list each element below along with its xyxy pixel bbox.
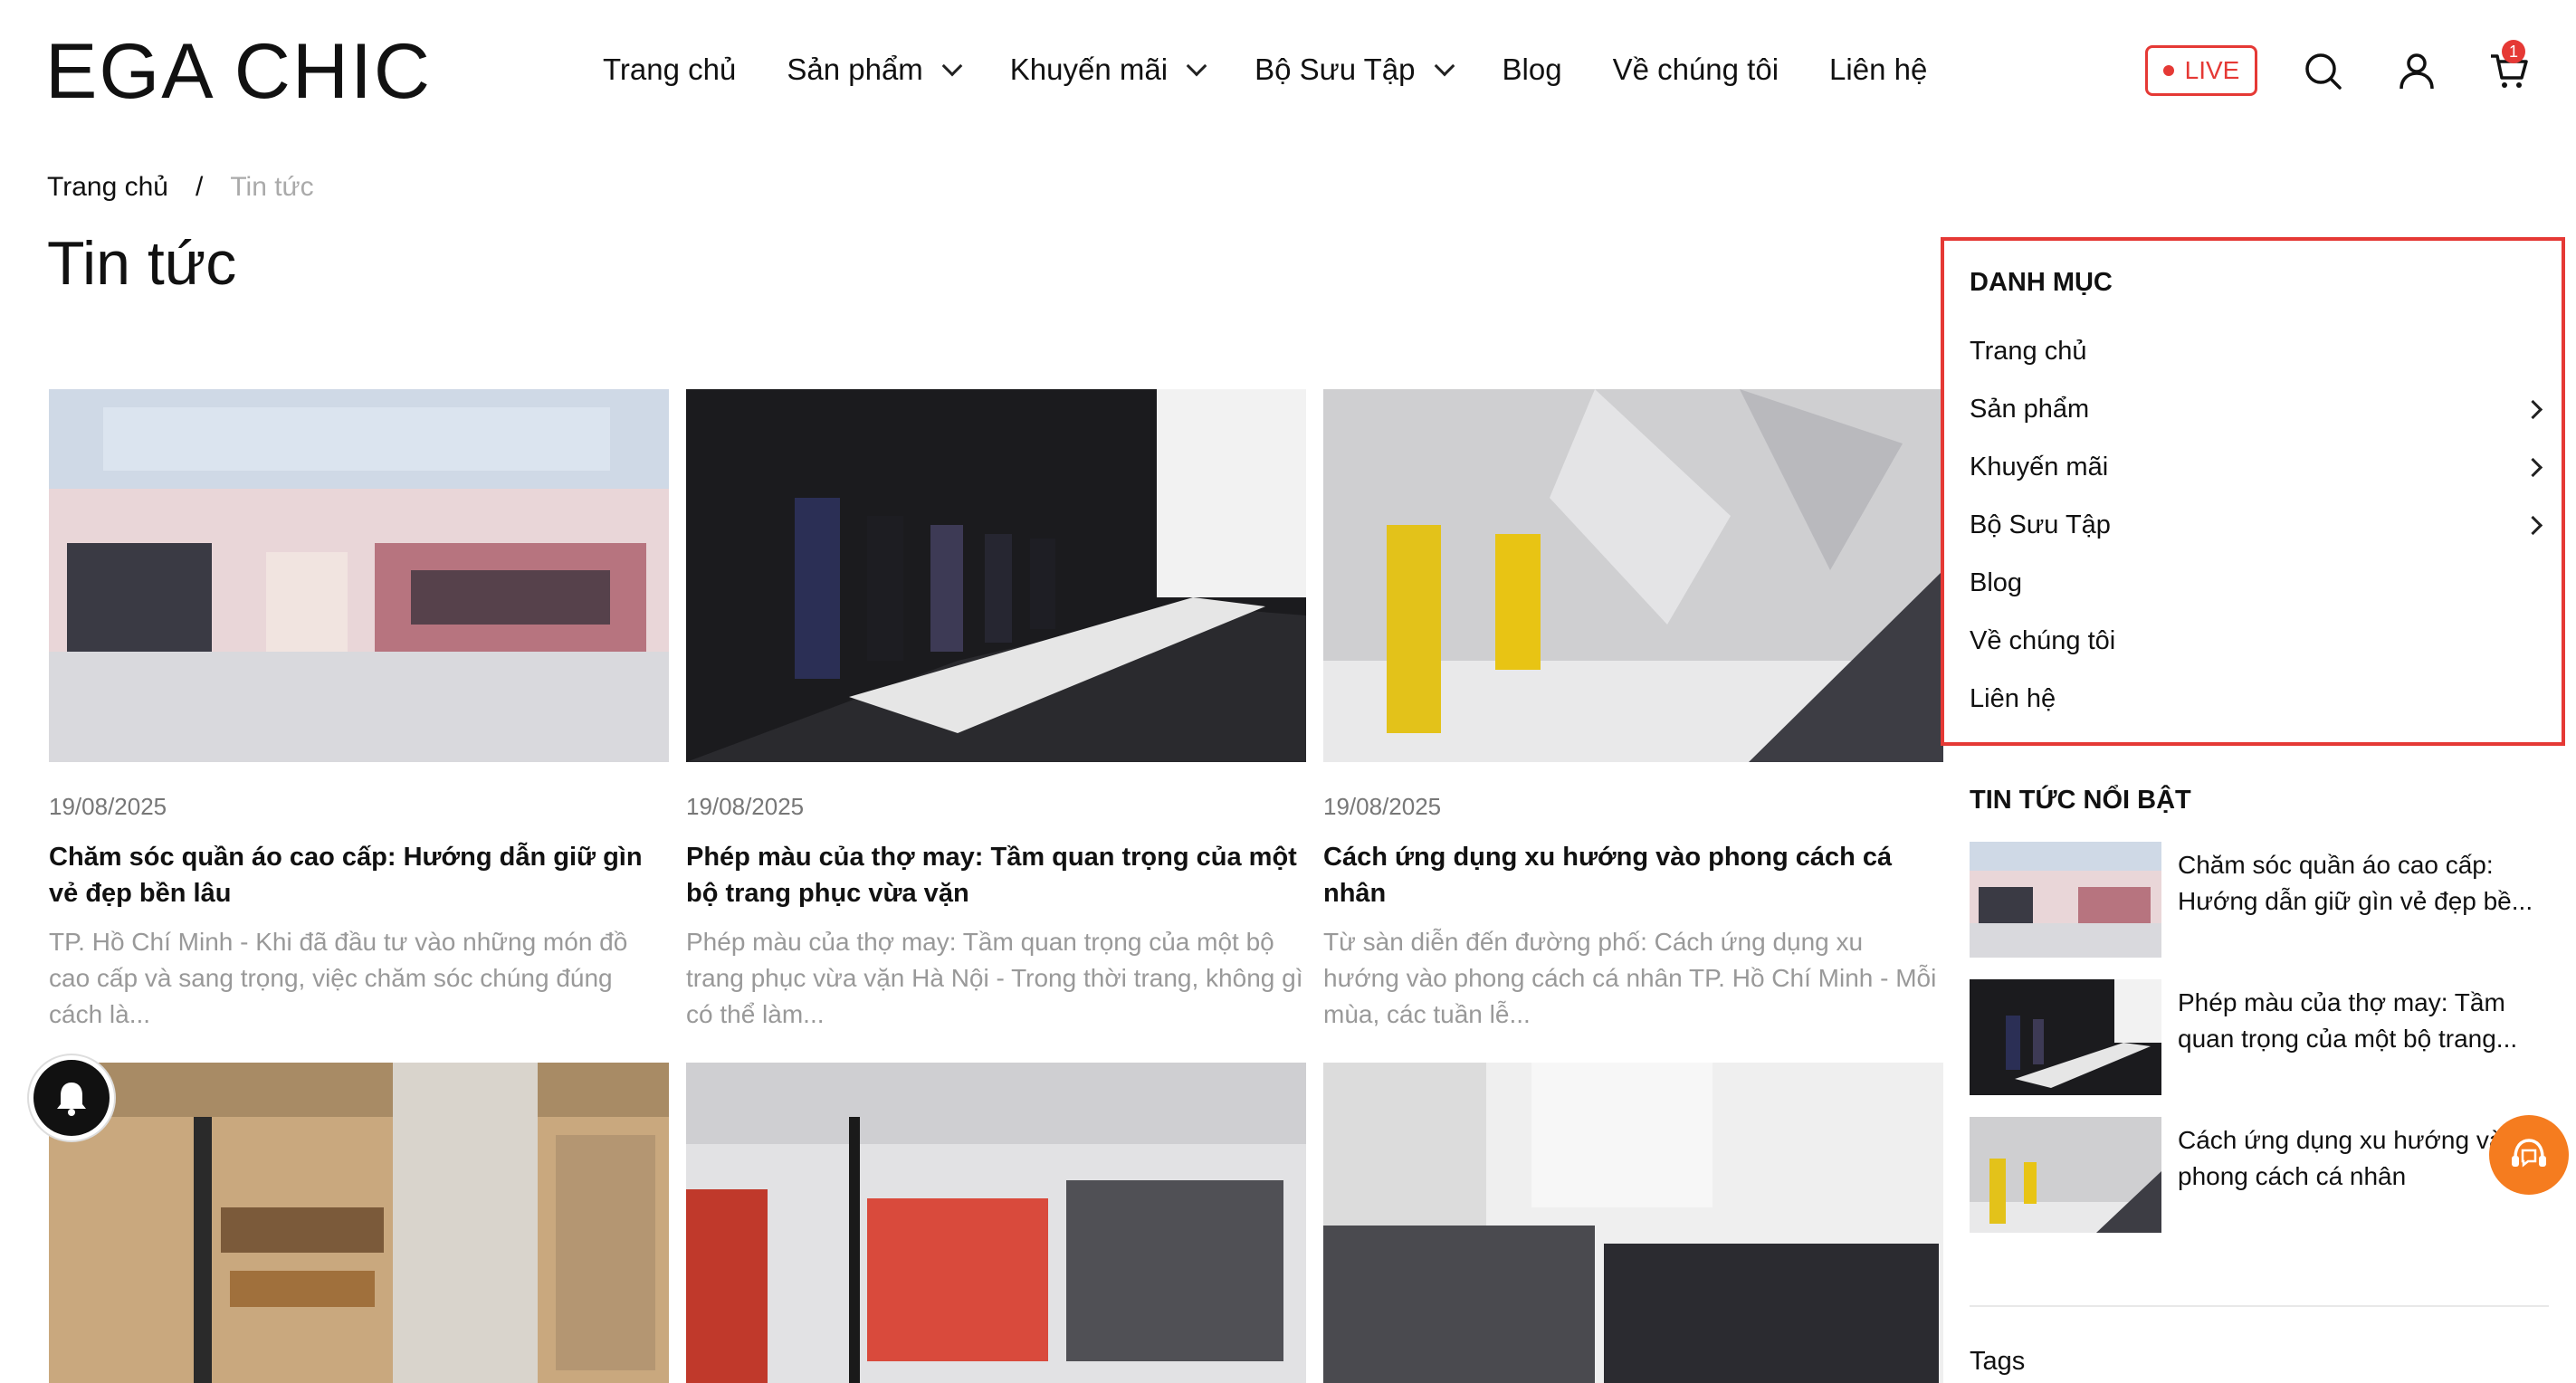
- nav-label: Sản phẩm: [787, 52, 923, 86]
- nav-item-blog[interactable]: Blog: [1503, 52, 1562, 87]
- article-image-rack[interactable]: [1323, 1063, 1943, 1383]
- category-label: Về chúng tôi: [1970, 625, 2116, 655]
- breadcrumb: Trang chủ / Tin tức: [47, 172, 314, 203]
- bell-icon: [57, 1083, 86, 1116]
- featured-thumb[interactable]: [1970, 842, 2161, 958]
- category-item-san-pham[interactable]: Sản phẩm: [1970, 380, 2549, 438]
- nav-item-khuyen-mai[interactable]: Khuyến mãi: [1009, 52, 1207, 87]
- category-item-bo-suu-tap[interactable]: Bộ Sưu Tập: [1970, 496, 2549, 554]
- category-item-trang-chu[interactable]: Trang chủ: [1970, 322, 2549, 380]
- nav-label: Blog: [1502, 52, 1562, 86]
- category-item-blog[interactable]: Blog: [1970, 554, 2549, 612]
- article-image-fashion-show[interactable]: [1323, 389, 1943, 762]
- category-heading: DANH MỤC: [1970, 268, 2113, 297]
- sidebar-divider: [1970, 1305, 2549, 1307]
- article-card[interactable]: [1323, 1063, 1943, 1383]
- article-excerpt: TP. Hồ Chí Minh - Khi đã đầu tư vào nhữn…: [49, 928, 628, 1028]
- nav-item-lien-he[interactable]: Liên hệ: [1829, 52, 1927, 87]
- chevron-right-icon[interactable]: [2523, 399, 2543, 419]
- site-logo[interactable]: EGA CHIC: [45, 31, 432, 112]
- nav-item-trang-chu[interactable]: Trang chủ: [603, 52, 736, 87]
- article-date: 19/08/2025: [686, 793, 805, 820]
- breadcrumb-home[interactable]: Trang chủ: [47, 172, 168, 203]
- main-nav: Trang chủ Sản phẩm Khuyến mãi Bộ Sưu Tập…: [603, 52, 1927, 87]
- article-image-boutique[interactable]: [49, 1063, 669, 1383]
- category-item-lien-he[interactable]: Liên hệ: [1970, 670, 2549, 728]
- article-excerpt: Phép màu của thợ may: Tầm quan trọng của…: [686, 928, 1303, 1028]
- breadcrumb-separator: /: [195, 172, 204, 202]
- nav-label: Liên hệ: [1829, 52, 1928, 86]
- chevron-down-icon: [941, 55, 963, 77]
- category-label: Khuyến mãi: [1970, 452, 2109, 482]
- category-label: Trang chủ: [1970, 336, 2087, 366]
- live-dot-icon: [2162, 65, 2174, 76]
- featured-item[interactable]: Chăm sóc quần áo cao cấp: Hướng dẫn giữ …: [1970, 842, 2549, 958]
- category-label: Blog: [1970, 568, 2023, 597]
- article-title[interactable]: Cách ứng dụng xu hướng vào phong cách cá…: [1323, 839, 1943, 911]
- chevron-down-icon: [1434, 55, 1455, 77]
- featured-item[interactable]: Phép màu của thợ may: Tầm quan trọng của…: [1970, 979, 2549, 1095]
- featured-heading: TIN TỨC NỔI BẬT: [1970, 786, 2191, 815]
- live-button[interactable]: LIVE: [2145, 45, 2257, 96]
- nav-item-ve-chung-toi[interactable]: Về chúng tôi: [1613, 52, 1779, 87]
- category-label: Sản phẩm: [1970, 394, 2090, 424]
- chevron-down-icon: [1186, 55, 1207, 77]
- category-item-ve-chung-toi[interactable]: Về chúng tôi: [1970, 612, 2549, 670]
- featured-item[interactable]: Cách ứng dụng xu hướng vào phong cách cá…: [1970, 1117, 2549, 1233]
- nav-item-bo-suu-tap[interactable]: Bộ Sưu Tập: [1255, 52, 1455, 87]
- support-chat-button[interactable]: [2489, 1115, 2569, 1195]
- article-date: 19/08/2025: [1323, 793, 1442, 820]
- tags-heading: Tags: [1970, 1347, 2026, 1376]
- article-title[interactable]: Chăm sóc quần áo cao cấp: Hướng dẫn giữ …: [49, 839, 669, 911]
- nav-item-san-pham[interactable]: Sản phẩm: [787, 52, 963, 87]
- category-label: Liên hệ: [1970, 683, 2056, 713]
- article-image-clothing-store[interactable]: [686, 1063, 1306, 1383]
- article-card[interactable]: 19/08/2025 Cách ứng dụng xu hướng vào ph…: [1323, 389, 1943, 1033]
- article-excerpt: Từ sàn diễn đến đường phố: Cách ứng dụng…: [1323, 928, 1937, 1028]
- page-title: Tin tức: [47, 229, 237, 298]
- featured-title[interactable]: Phép màu của thợ may: Tầm quan trọng của…: [2178, 985, 2549, 1095]
- headset-icon: [2512, 1139, 2546, 1168]
- article-card[interactable]: [49, 1063, 669, 1383]
- article-card[interactable]: [686, 1063, 1306, 1383]
- chevron-right-icon[interactable]: [2523, 515, 2543, 535]
- nav-label: Trang chủ: [603, 52, 737, 86]
- article-date: 19/08/2025: [49, 793, 167, 820]
- cart-count-badge: 1: [2502, 40, 2525, 63]
- featured-thumb[interactable]: [1970, 979, 2161, 1095]
- article-image-runway[interactable]: [686, 389, 1306, 762]
- search-icon[interactable]: [2303, 51, 2342, 91]
- category-list: Trang chủ Sản phẩm Khuyến mãi Bộ Sưu Tập…: [1970, 322, 2549, 728]
- nav-label: Bộ Sưu Tập: [1255, 52, 1416, 86]
- nav-label: Về chúng tôi: [1612, 52, 1779, 86]
- nav-label: Khuyến mãi: [1009, 52, 1169, 86]
- article-image-store[interactable]: [49, 389, 669, 762]
- live-label: LIVE: [2184, 56, 2240, 84]
- article-card[interactable]: 19/08/2025 Chăm sóc quần áo cao cấp: Hướ…: [49, 389, 669, 1033]
- category-item-khuyen-mai[interactable]: Khuyến mãi: [1970, 438, 2549, 496]
- category-label: Bộ Sưu Tập: [1970, 510, 2111, 539]
- featured-thumb[interactable]: [1970, 1117, 2161, 1233]
- user-icon[interactable]: [2397, 51, 2437, 91]
- chevron-right-icon[interactable]: [2523, 457, 2543, 477]
- breadcrumb-current: Tin tức: [230, 172, 314, 202]
- article-card[interactable]: 19/08/2025 Phép màu của thợ may: Tầm qua…: [686, 389, 1306, 1033]
- notification-bell-button[interactable]: [29, 1055, 114, 1140]
- featured-title[interactable]: Chăm sóc quần áo cao cấp: Hướng dẫn giữ …: [2178, 847, 2549, 958]
- article-title[interactable]: Phép màu của thợ may: Tầm quan trọng của…: [686, 839, 1306, 911]
